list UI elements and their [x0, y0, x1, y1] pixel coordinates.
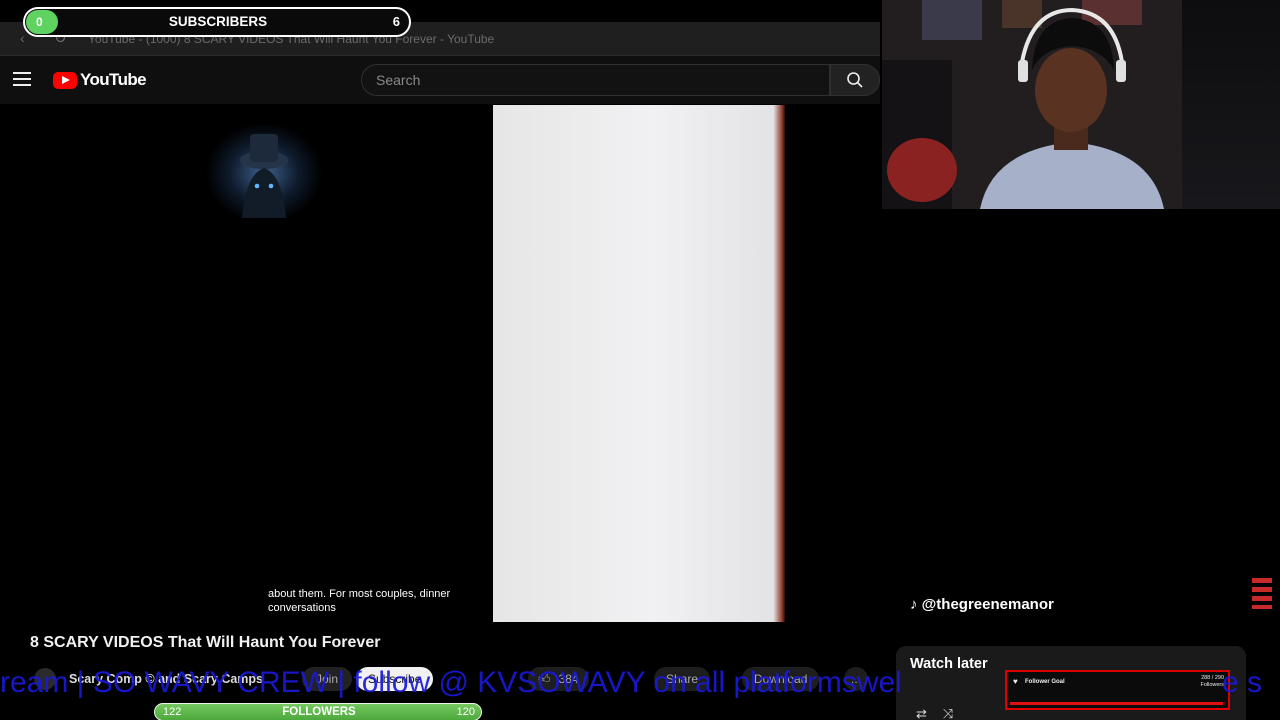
like-button[interactable]: 👍︎ 384 — [528, 667, 589, 691]
subscribers-label: SUBSCRIBERS — [168, 14, 268, 29]
tiktok-icon: ♪ — [910, 596, 918, 613]
tiktok-handle-text: @thegreenemanor — [921, 596, 1054, 613]
followers-goal-bar: 122 FOLLOWERS 120 — [154, 703, 482, 720]
search-box[interactable] — [361, 64, 830, 96]
tiktok-handle: ♪ @thegreenemanor — [910, 596, 1054, 613]
search-input[interactable] — [376, 72, 829, 88]
follower-goal-progress-fill — [1010, 702, 1224, 705]
subscribe-button[interactable]: Subscribe — [356, 667, 434, 691]
follower-goal-progress — [1010, 702, 1225, 705]
subscribers-goal-bar: 0 SUBSCRIBERS 6 — [23, 7, 411, 37]
download-button[interactable]: Download — [742, 667, 820, 691]
playlist-controls: ⇄ ⤨ — [916, 706, 953, 720]
streamer-image — [882, 0, 1182, 209]
youtube-wordmark: YouTube — [80, 70, 147, 89]
subscribers-goal: 6 — [392, 14, 400, 29]
caption-line: about them. For most couples, dinner — [268, 588, 451, 600]
webcam-feed — [882, 0, 1182, 209]
follower-goal-count-value: 288 / 290 — [1201, 675, 1224, 681]
search-icon — [847, 72, 863, 88]
caption-line: conversations — [268, 602, 336, 614]
search-button[interactable] — [830, 64, 880, 96]
share-button[interactable]: Share — [654, 667, 711, 691]
follower-goal-widget: ♥ Follower Goal 288 / 290 Followers — [1005, 670, 1230, 710]
follower-goal-label: Follower Goal — [1025, 679, 1065, 685]
heart-icon: ♥ — [1013, 677, 1018, 686]
channel-avatar[interactable] — [34, 668, 56, 690]
menu-icon[interactable] — [13, 72, 31, 86]
video-player[interactable]: about them. For most couples, dinner con… — [0, 104, 880, 622]
video-frame — [493, 105, 785, 622]
video-title: 8 SCARY VIDEOS That Will Haunt You Forev… — [30, 634, 381, 651]
loop-icon[interactable]: ⇄ — [916, 706, 927, 720]
back-icon[interactable]: ‹ — [20, 30, 25, 46]
hooded-figure-image — [206, 118, 322, 218]
follower-goal-count: 288 / 290 Followers — [1200, 675, 1224, 689]
youtube-logo[interactable]: YouTube — [53, 70, 147, 90]
stream-alert-icon — [1250, 576, 1274, 610]
subtitle-caption: about them. For most couples, dinner con… — [262, 585, 468, 617]
follower-goal-unit: Followers — [1200, 682, 1224, 688]
followers-goal: 120 — [456, 706, 475, 718]
owner-row: Scary Comp © and Scary Camps Join Subscr… — [0, 664, 880, 694]
webcam-background — [1182, 0, 1280, 209]
youtube-play-icon — [53, 71, 77, 89]
youtube-header: YouTube — [0, 56, 880, 104]
more-actions-button[interactable]: ... — [844, 667, 868, 691]
join-button[interactable]: Join — [302, 667, 353, 691]
watch-later-title: Watch later — [910, 656, 988, 672]
followers-label: FOLLOWERS — [282, 706, 356, 718]
like-count: 384 — [558, 672, 579, 686]
channel-name[interactable]: Scary Comp © and Scary Camps — [69, 672, 263, 686]
shuffle-icon[interactable]: ⤨ — [943, 706, 953, 720]
thumbs-up-icon: 👍︎ — [538, 672, 551, 686]
